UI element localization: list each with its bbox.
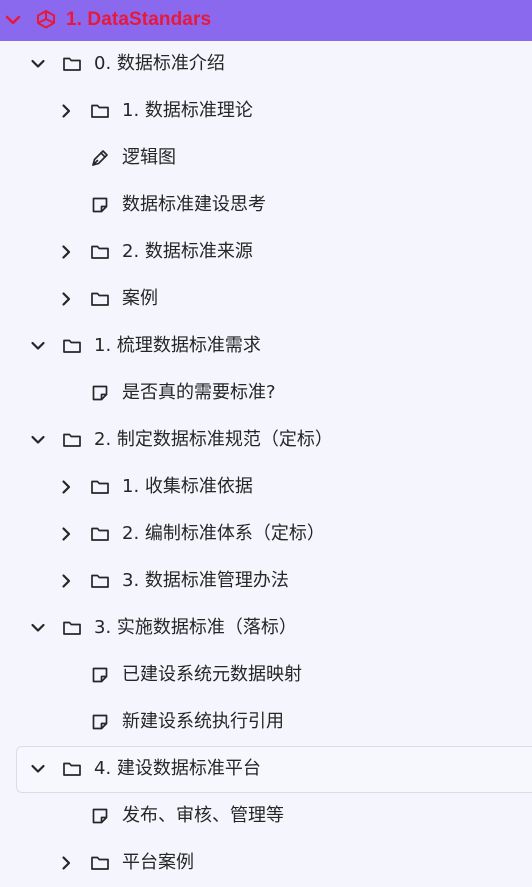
tree-root-header[interactable]: 1. DataStandars: [0, 0, 532, 41]
chevron-down-icon[interactable]: [29, 619, 47, 637]
folder-icon: [62, 54, 82, 74]
folder-icon: [62, 430, 82, 450]
tree-folder-row[interactable]: 0. 数据标准介绍: [0, 41, 532, 88]
tree-folder-row[interactable]: 1. 梳理数据标准需求: [0, 323, 532, 370]
folder-icon: [90, 477, 110, 497]
folder-icon: [62, 618, 82, 638]
tree-item-label: 1. 梳理数据标准需求: [94, 335, 261, 356]
tree-item-label: 2. 制定数据标准规范（定标）: [94, 429, 333, 450]
chevron-right-icon[interactable]: [57, 525, 75, 543]
tree-item-row[interactable]: 数据标准建设思考: [0, 182, 532, 229]
folder-icon: [90, 101, 110, 121]
note-icon: [90, 712, 110, 732]
tree-item-label: 4. 建设数据标准平台: [94, 758, 261, 779]
chevron-right-icon[interactable]: [57, 243, 75, 261]
chevron-down-icon[interactable]: [29, 55, 47, 73]
tree-item-label: 2. 数据标准来源: [122, 241, 253, 262]
chevron-right-icon[interactable]: [57, 102, 75, 120]
tree-item-label: 3. 实施数据标准（落标）: [94, 617, 297, 638]
tree-item-row[interactable]: 已建设系统元数据映射: [0, 652, 532, 699]
tree-item-label: 数据标准建设思考: [122, 194, 266, 215]
note-icon: [90, 195, 110, 215]
tree-folder-row[interactable]: 1. 数据标准理论: [0, 88, 532, 135]
chevron-down-icon[interactable]: [29, 337, 47, 355]
chevron-right-icon[interactable]: [57, 854, 75, 872]
tree-folder-row[interactable]: 2. 编制标准体系（定标）: [0, 511, 532, 558]
chevron-right-icon[interactable]: [57, 572, 75, 590]
tree-item-label: 3. 数据标准管理办法: [122, 570, 289, 591]
note-icon: [90, 665, 110, 685]
chevron-right-icon[interactable]: [57, 290, 75, 308]
chevron-right-icon[interactable]: [57, 478, 75, 496]
folder-icon: [90, 289, 110, 309]
tree-item-row[interactable]: 发布、审核、管理等: [0, 793, 532, 840]
chevron-down-icon[interactable]: [4, 11, 22, 29]
tree-folder-row[interactable]: 3. 数据标准管理办法: [0, 558, 532, 605]
chevron-down-icon[interactable]: [29, 431, 47, 449]
tree-folder-row[interactable]: 2. 制定数据标准规范（定标）: [0, 417, 532, 464]
folder-icon: [62, 759, 82, 779]
chevron-down-icon[interactable]: [29, 760, 47, 778]
tree-item-label: 1. 数据标准理论: [122, 100, 253, 121]
tree-folder-row[interactable]: 1. 收集标准依据: [0, 464, 532, 511]
tree-item-label: 1. 收集标准依据: [122, 476, 253, 497]
note-icon: [90, 383, 110, 403]
note-icon: [90, 806, 110, 826]
tree-item-row[interactable]: 新建设系统执行引用: [0, 699, 532, 746]
folder-icon: [90, 571, 110, 591]
tree-item-label: 已建设系统元数据映射: [122, 664, 302, 685]
tree-folder-row[interactable]: 3. 实施数据标准（落标）: [0, 605, 532, 652]
tree-item-label: 新建设系统执行引用: [122, 711, 284, 732]
tree-item-label: 是否真的需要标准?: [122, 382, 276, 403]
root-title: 1. DataStandars: [66, 9, 212, 30]
tree-item-row[interactable]: 是否真的需要标准?: [0, 370, 532, 417]
tree-folder-row[interactable]: 平台案例: [0, 840, 532, 887]
tree-folder-row[interactable]: 2. 数据标准来源: [0, 229, 532, 276]
tree-item-label: 0. 数据标准介绍: [94, 53, 225, 74]
tree-item-label: 逻辑图: [122, 147, 176, 168]
tree-item-label: 平台案例: [122, 852, 194, 873]
folder-icon: [62, 336, 82, 356]
folder-icon: [90, 853, 110, 873]
folder-icon: [90, 242, 110, 262]
tree-item-row[interactable]: 逻辑图: [0, 135, 532, 182]
pen-icon: [90, 148, 110, 168]
tree-item-label: 2. 编制标准体系（定标）: [122, 523, 325, 544]
tree-folder-row[interactable]: 4. 建设数据标准平台: [0, 746, 532, 793]
tree-item-label: 发布、审核、管理等: [122, 805, 284, 826]
tree-folder-row[interactable]: 案例: [0, 276, 532, 323]
tree-item-label: 案例: [122, 288, 158, 309]
unity-logo-icon: [35, 8, 57, 30]
folder-icon: [90, 524, 110, 544]
